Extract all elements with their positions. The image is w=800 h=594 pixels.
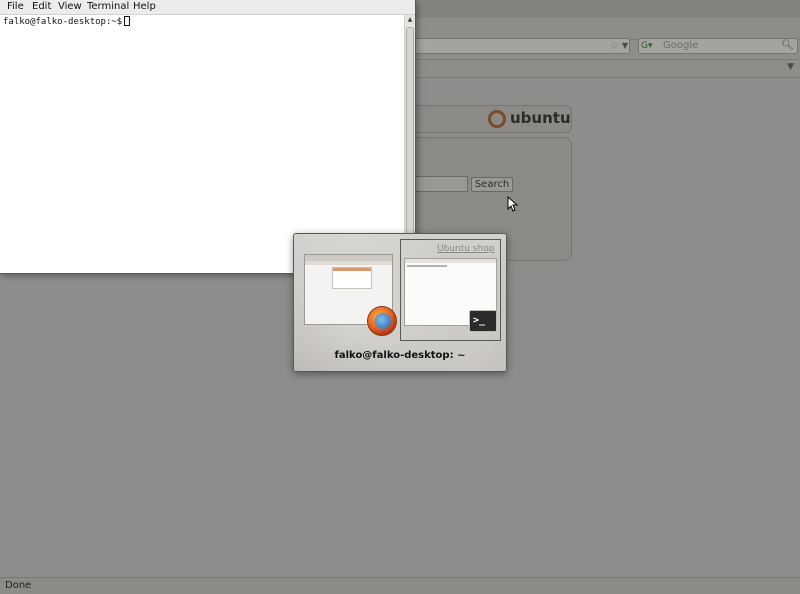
thumbnail-text-line xyxy=(407,265,447,267)
ubuntu-logo-banner: ubuntu xyxy=(414,105,572,133)
text-cursor xyxy=(124,16,131,26)
ubuntu-shop-link: Ubuntu shop xyxy=(437,244,495,254)
menu-view-label: View xyxy=(58,1,82,12)
firefox-globe xyxy=(375,313,391,329)
page-search-button[interactable]: Search xyxy=(471,177,513,192)
browser-status-bar: Done xyxy=(0,577,800,594)
thumbnail-menubar xyxy=(405,259,496,263)
page-search-input[interactable] xyxy=(414,176,468,192)
status-text: Done xyxy=(5,580,32,591)
terminal-icon: >_ xyxy=(469,310,497,332)
bookmark-star-icon[interactable]: ☆ xyxy=(609,39,619,53)
thumbnail-toolbar xyxy=(305,261,392,265)
browser-search-placeholder: Google xyxy=(663,40,699,51)
mouse-pointer-icon xyxy=(507,196,519,212)
browser-search-field[interactable]: G▾ Google 🔍︎ xyxy=(638,38,798,54)
magnifier-icon[interactable]: 🔍︎ xyxy=(781,39,794,53)
url-bar[interactable]: ☆ ▼ xyxy=(414,38,630,54)
selected-window-title: falko@falko-desktop: ~ xyxy=(334,350,466,361)
menu-file-label: File xyxy=(7,1,24,12)
prompt-text: falko@falko-desktop:~$ xyxy=(3,17,123,27)
chevron-down-icon[interactable]: ▼ xyxy=(787,62,794,72)
menu-help-label: Help xyxy=(133,1,156,12)
terminal-menubar: File Edit View Terminal Help xyxy=(0,0,415,15)
thumbnail-page-box xyxy=(332,267,372,289)
menu-edit[interactable]: Edit xyxy=(32,1,51,13)
google-engine-icon[interactable]: G▾ xyxy=(641,40,661,52)
url-dropdown-icon[interactable]: ▼ xyxy=(622,39,628,53)
ubuntu-circle-of-friends-icon xyxy=(488,110,506,128)
menu-file[interactable]: File xyxy=(7,1,24,13)
window-switcher: Ubuntu shop >_ falko@falko-desktop: ~ xyxy=(293,233,507,372)
firefox-icon xyxy=(367,306,397,336)
menu-help[interactable]: Help xyxy=(133,1,156,13)
menu-terminal-label: Terminal xyxy=(87,1,130,12)
scroll-up-arrow-icon[interactable]: ▲ xyxy=(405,15,415,25)
menu-terminal[interactable]: Terminal xyxy=(87,1,129,13)
terminal-prompt-line: falko@falko-desktop:~$ xyxy=(3,16,131,27)
ubuntu-logo-text: ubuntu xyxy=(510,109,571,127)
terminal-window-thumbnail-selected[interactable]: Ubuntu shop >_ xyxy=(400,239,501,341)
thumbnail-accent xyxy=(333,268,371,271)
menu-view[interactable]: View xyxy=(58,1,82,13)
menu-edit-label: Edit xyxy=(32,1,52,12)
